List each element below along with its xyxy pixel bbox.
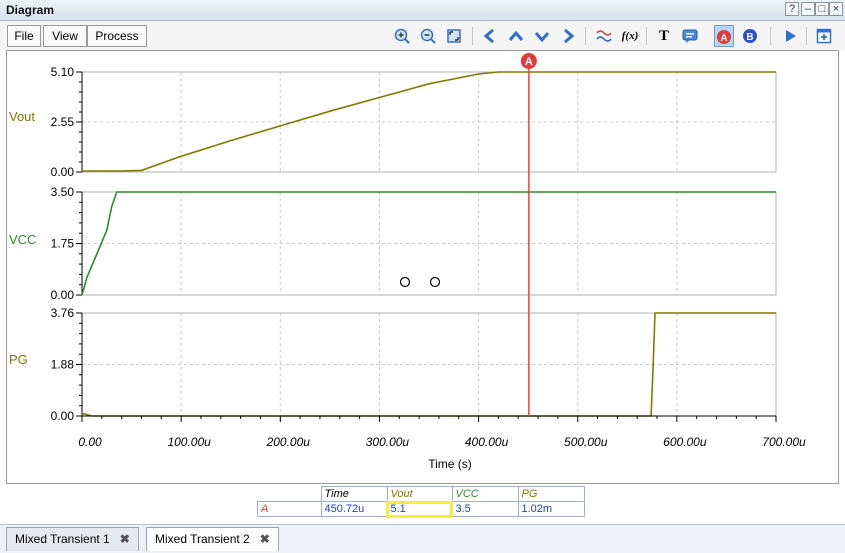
readout-cursor-label: A (257, 501, 322, 517)
window-title: Diagram (6, 3, 55, 17)
run-icon[interactable] (780, 25, 800, 47)
toolbar-separator (585, 27, 586, 45)
cursor-up-icon[interactable] (506, 25, 526, 47)
toolbar-separator (646, 27, 647, 45)
window-titlebar: Diagram ? – □ × (0, 0, 845, 21)
readout-header-time: Time (320, 486, 388, 502)
readout-vout[interactable]: 5.1 (386, 500, 453, 518)
cursor-b-toggle[interactable]: B (740, 25, 760, 47)
add-diagram-icon[interactable] (814, 25, 834, 47)
close-button[interactable]: × (829, 2, 843, 16)
close-tab-icon[interactable]: ✖ (260, 532, 270, 546)
menu-file[interactable]: File (7, 25, 41, 47)
readout-header-vcc: VCC (451, 486, 519, 502)
tab-mixed-transient-1[interactable]: Mixed Transient 1 ✖ (6, 527, 139, 551)
cursor-b-icon: B (746, 32, 753, 43)
formula-icon[interactable]: f(x) (620, 25, 640, 47)
cursor-down-icon[interactable] (532, 25, 552, 47)
toolbar-separator (472, 27, 473, 45)
readout-pg: 1.02m (517, 501, 585, 517)
tab-label: Mixed Transient 1 (15, 532, 110, 546)
help-button[interactable]: ? (785, 2, 799, 16)
cursor-a-toggle[interactable]: A (714, 25, 734, 47)
cursor-a-icon: A (720, 33, 727, 44)
toolbar-separator (770, 27, 771, 45)
zoom-out-icon[interactable] (418, 25, 438, 47)
maximize-button[interactable]: □ (815, 2, 829, 16)
toolbar-separator (806, 27, 807, 45)
cursor-left-icon[interactable] (480, 25, 500, 47)
minimize-button[interactable]: – (801, 2, 815, 16)
readout-time: 450.72u (320, 501, 388, 517)
readout-vcc: 3.5 (451, 501, 519, 517)
close-tab-icon[interactable]: ✖ (120, 532, 130, 546)
menu-process[interactable]: Process (87, 25, 147, 47)
readout-corner (257, 486, 322, 502)
cursor-readout-table: Time Vout VCC PG A 450.72u 5.1 3.5 1.02m (257, 486, 585, 518)
waveform-icon[interactable] (594, 25, 614, 47)
readout-header-pg: PG (517, 486, 585, 502)
tab-label: Mixed Transient 2 (155, 532, 250, 546)
menu-view[interactable]: View (43, 25, 87, 47)
fit-icon[interactable] (444, 25, 464, 47)
cursor-right-icon[interactable] (558, 25, 578, 47)
tab-mixed-transient-2[interactable]: Mixed Transient 2 ✖ (146, 527, 279, 551)
readout-header-vout: Vout (386, 486, 453, 502)
diagram-area[interactable] (6, 50, 839, 484)
annotation-icon[interactable] (680, 25, 700, 47)
text-icon[interactable]: T (654, 25, 674, 47)
zoom-in-icon[interactable] (392, 25, 412, 47)
